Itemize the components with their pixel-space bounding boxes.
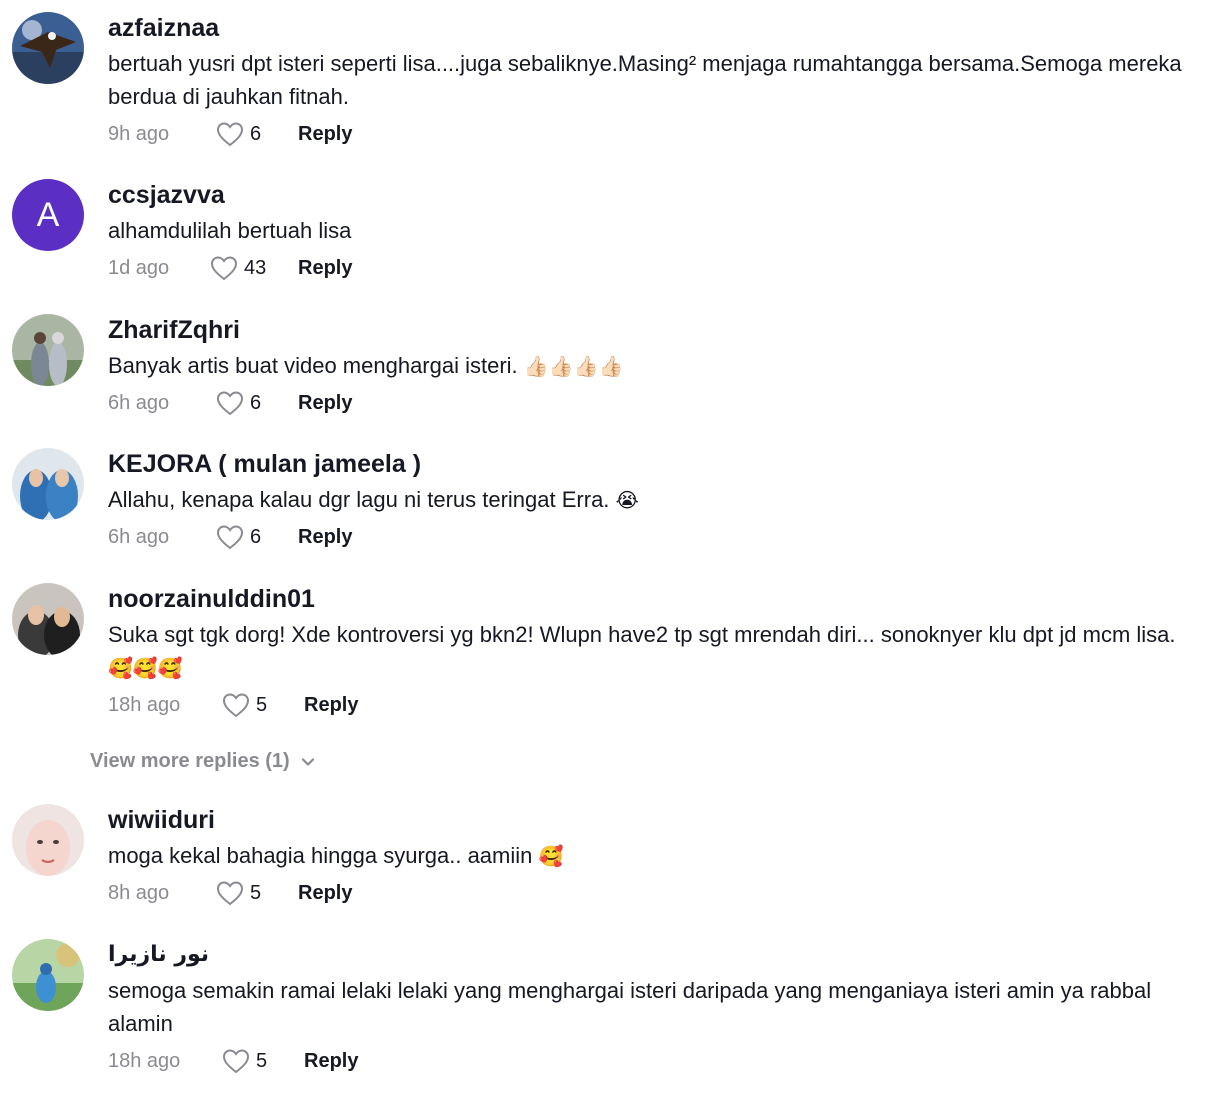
comment-time: 6h ago	[108, 525, 170, 548]
reply-button[interactable]: Reply	[298, 392, 352, 415]
comment-text: semoga semakin ramai lelaki lelaki yang …	[108, 978, 1152, 1036]
smiling-hearts-emoji: 🥰🥰🥰	[108, 658, 183, 681]
selfie-photo-avatar[interactable]	[12, 583, 84, 655]
crying-emoji: 😭	[615, 490, 639, 513]
comment-text: alhamdulilah bertuah lisa	[108, 218, 352, 243]
like-count: 43	[244, 256, 267, 279]
comment-meta: 18h ago 5 Reply	[108, 1046, 1198, 1076]
reply-button[interactable]: Reply	[298, 882, 352, 905]
like-count: 5	[256, 693, 268, 716]
like-count: 6	[250, 122, 262, 145]
comment-time: 9h ago	[108, 122, 170, 145]
hijab-women-photo-avatar[interactable]	[12, 448, 84, 520]
comment-username[interactable]: KEJORA ( mulan jameela )	[108, 448, 1198, 480]
like-count: 5	[250, 881, 262, 904]
avatar-letter: A	[36, 195, 60, 234]
eagle-photo-avatar[interactable]	[12, 12, 84, 84]
smiling-hearts-emoji: 🥰	[538, 846, 564, 869]
comment-username[interactable]: نور نازيرا	[108, 939, 1198, 971]
heart-icon[interactable]	[222, 692, 250, 718]
comment-meta: 9h ago 6 Reply	[108, 119, 1198, 149]
comment-time: 1d ago	[108, 256, 170, 279]
reply-button[interactable]: Reply	[298, 257, 352, 280]
face-photo-avatar[interactable]	[12, 804, 84, 876]
thumbs-up-emoji: 👍🏻👍🏻👍🏻👍🏻	[523, 356, 624, 379]
comment-username[interactable]: noorzainulddin01	[108, 583, 1198, 615]
comment-username[interactable]: azfaiznaa	[108, 12, 1198, 44]
reply-button[interactable]: Reply	[304, 694, 358, 717]
comment-username[interactable]: ccsjazvva	[108, 179, 1198, 211]
heart-icon[interactable]	[216, 880, 244, 906]
like-count: 5	[256, 1049, 268, 1072]
comment-meta: 1d ago 43 Reply	[108, 253, 1198, 283]
heart-icon[interactable]	[216, 524, 244, 550]
comment-text: moga kekal bahagia hingga syurga.. aamii…	[108, 843, 564, 869]
comment-meta: 18h ago 5 Reply	[108, 690, 1198, 720]
heart-icon[interactable]	[222, 1048, 250, 1074]
comment-text: Allahu, kenapa kalau dgr lagu ni terus t…	[108, 487, 639, 513]
comment-time: 8h ago	[108, 881, 170, 904]
comment-text: bertuah yusri dpt isteri seperti lisa...…	[108, 51, 1182, 109]
view-more-replies-button[interactable]: View more replies (1)	[90, 750, 316, 773]
letter-avatar[interactable]: A	[12, 179, 84, 251]
comment-username[interactable]: ZharifZqhri	[108, 314, 1198, 346]
comment-time: 18h ago	[108, 693, 181, 716]
comment-meta: 8h ago 5 Reply	[108, 878, 1198, 908]
like-count: 6	[250, 391, 262, 414]
comment-time: 18h ago	[108, 1049, 181, 1072]
heart-icon[interactable]	[216, 390, 244, 416]
reply-button[interactable]: Reply	[298, 123, 352, 146]
reply-button[interactable]: Reply	[304, 1050, 358, 1073]
comment-time: 6h ago	[108, 391, 170, 414]
comment-text: Suka sgt tgk dorg! Xde kontroversi yg bk…	[108, 622, 1176, 681]
comment-meta: 6h ago 6 Reply	[108, 522, 1198, 552]
couple-photo-avatar[interactable]	[12, 314, 84, 386]
like-count: 6	[250, 525, 262, 548]
heart-icon[interactable]	[210, 255, 238, 281]
reply-button[interactable]: Reply	[298, 526, 352, 549]
comment-username[interactable]: wiwiiduri	[108, 804, 1198, 836]
view-more-replies-label: View more replies (1)	[90, 750, 290, 772]
chevron-down-icon	[301, 757, 314, 766]
comment-text: Banyak artis buat video menghargai ister…	[108, 353, 624, 379]
heart-icon[interactable]	[216, 121, 244, 147]
outdoor-photo-avatar[interactable]	[12, 939, 84, 1011]
comment-meta: 6h ago 6 Reply	[108, 388, 1198, 418]
